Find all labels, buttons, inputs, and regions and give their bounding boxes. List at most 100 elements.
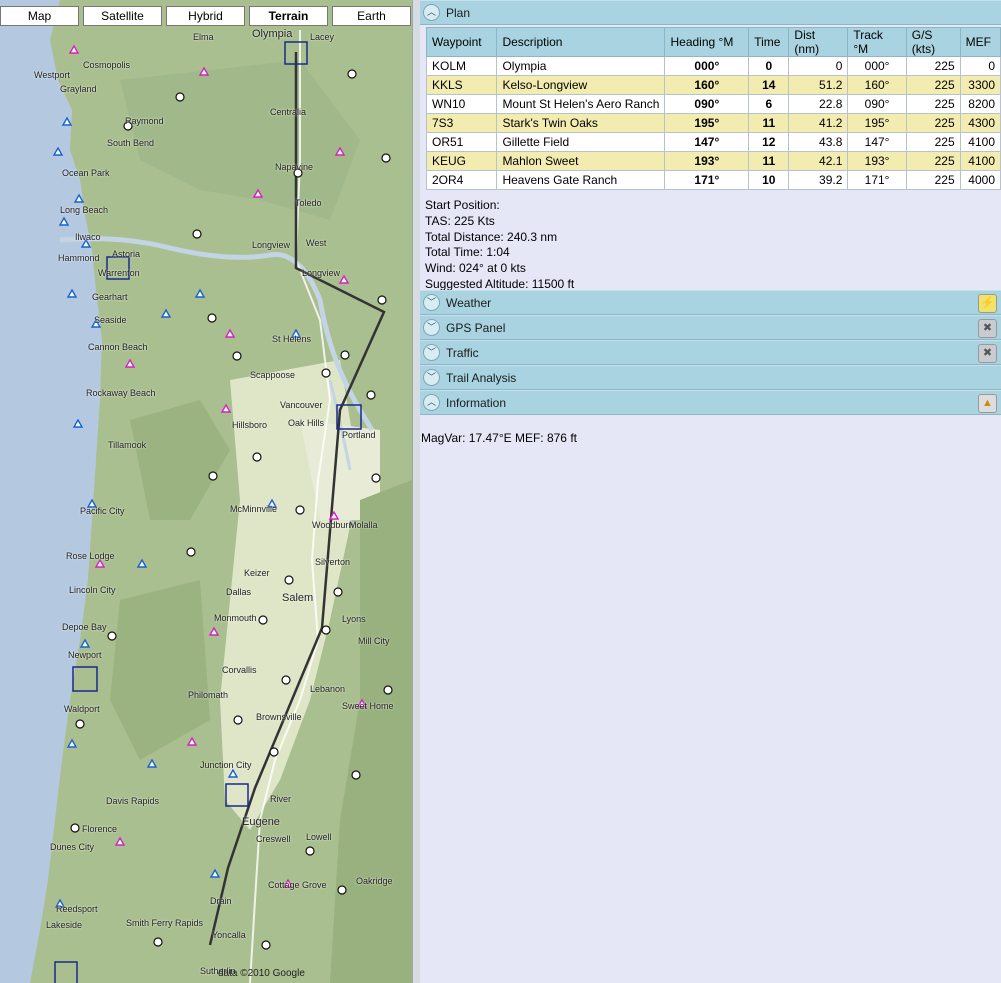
column-header-waypoint[interactable]: Waypoint: [425, 27, 498, 57]
cell-description: Kelso-Longview: [496, 75, 666, 95]
cell-waypoint: 2OR4: [425, 170, 498, 190]
cell-mef: 3300: [959, 75, 1001, 95]
side-panel: ︿ Plan Waypoint Description Heading °M T…: [420, 0, 1001, 983]
weather-refresh-icon[interactable]: ⚡: [978, 294, 997, 313]
cell-description: Olympia: [496, 56, 666, 76]
cell-heading: 000°: [664, 56, 750, 76]
gps-panel-section-header[interactable]: ﹀ GPS Panel ✖: [420, 315, 1001, 340]
map-view[interactable]: Map Satellite Hybrid Terrain Earth Olymp…: [0, 0, 412, 983]
cell-mef: 4300: [959, 113, 1001, 133]
map-label-reedsport: Reedsport: [56, 904, 98, 914]
map-label-scappoose: Scappoose: [250, 370, 296, 380]
chevron-down-icon[interactable]: ﹀: [423, 344, 440, 361]
chevron-down-icon[interactable]: ﹀: [423, 294, 440, 311]
trail-analysis-section-header[interactable]: ﹀ Trail Analysis: [420, 365, 1001, 390]
cell-gs: 225: [905, 113, 961, 133]
cell-track: 160°: [847, 75, 907, 95]
earth-button[interactable]: Earth: [332, 6, 411, 26]
map-label-toledo: Toledo: [295, 198, 322, 208]
plan-section-body: Waypoint Description Heading °M Time Dis…: [420, 27, 1001, 291]
information-section-header[interactable]: ︿ Information ▲: [420, 390, 1001, 415]
map-label-lowell: Lowell: [306, 832, 332, 842]
cell-track: 195°: [847, 113, 907, 133]
cell-description: Mount St Helen's Aero Ranch: [496, 94, 666, 114]
map-label-philomath: Philomath: [188, 690, 229, 700]
map-label-olympia: Olympia: [252, 28, 293, 40]
chevron-down-icon[interactable]: ﹀: [423, 319, 440, 336]
cell-waypoint: KEUG: [425, 151, 498, 171]
map-label-brownsville: Brownsville: [256, 712, 302, 722]
cell-dist: 41.2: [788, 113, 849, 133]
plan-section-header[interactable]: ︿ Plan: [420, 0, 1001, 25]
table-row[interactable]: 7S3 Stark's Twin Oaks 195° 11 41.2 195° …: [425, 113, 1001, 133]
information-body: MagVar: 17.47°E MEF: 876 ft: [420, 415, 1001, 445]
cell-time: 0: [748, 56, 790, 76]
column-header-dist[interactable]: Dist (nm): [788, 27, 849, 57]
terrain-map[interactable]: [0, 0, 412, 983]
map-label-warrenton: Warrenton: [98, 268, 140, 278]
cell-track: 000°: [847, 56, 907, 76]
map-label-seaside: Seaside: [94, 315, 127, 325]
cell-heading: 090°: [664, 94, 750, 114]
map-label-junction-city: Junction City: [200, 760, 252, 770]
column-header-mef[interactable]: MEF: [959, 27, 1001, 57]
map-label-lakeside: Lakeside: [46, 920, 83, 930]
chevron-up-icon[interactable]: ︿: [423, 394, 440, 411]
wind-value: Wind: 024° at 0 kts: [425, 261, 526, 276]
map-label-longview-top: Longview: [252, 240, 291, 250]
table-row[interactable]: KEUG Mahlon Sweet 193° 11 42.1 193° 225 …: [425, 151, 1001, 171]
map-label-cannon-beach: Cannon Beach: [88, 342, 148, 352]
cell-time: 10: [748, 170, 790, 190]
map-label-st-helens: St Helens: [272, 334, 312, 344]
table-row[interactable]: KKLS Kelso-Longview 160° 14 51.2 160° 22…: [425, 75, 1001, 95]
map-label-oak-hills: Oak Hills: [288, 418, 325, 428]
map-label-monmouth: Monmouth: [214, 613, 257, 623]
chevron-up-icon[interactable]: ︿: [423, 4, 440, 21]
column-header-track[interactable]: Track °M: [847, 27, 907, 57]
cell-mef: 4100: [959, 151, 1001, 171]
cell-description: Stark's Twin Oaks: [496, 113, 666, 133]
map-label-oakridge: Oakridge: [356, 876, 393, 886]
map-type-bar: Map Satellite Hybrid Terrain Earth: [0, 6, 412, 26]
table-row[interactable]: WN10 Mount St Helen's Aero Ranch 090° 6 …: [425, 94, 1001, 114]
weather-section-header[interactable]: ﹀ Weather ⚡: [420, 290, 1001, 315]
map-label-lyons: Lyons: [342, 614, 366, 624]
cell-description: Mahlon Sweet: [496, 151, 666, 171]
map-copyright: data ©2010 Google: [218, 968, 305, 979]
map-label-rockaway-beach: Rockaway Beach: [86, 388, 156, 398]
chevron-down-icon[interactable]: ﹀: [423, 369, 440, 386]
map-label-ocean-park: Ocean Park: [62, 168, 110, 178]
table-row[interactable]: OR51 Gillette Field 147° 12 43.8 147° 22…: [425, 132, 1001, 152]
cell-waypoint: OR51: [425, 132, 498, 152]
table-row[interactable]: KOLM Olympia 000° 0 0 000° 225 0: [425, 56, 1001, 76]
column-header-time[interactable]: Time: [748, 27, 790, 57]
information-title: Information: [446, 395, 507, 410]
map-button[interactable]: Map: [0, 6, 79, 26]
cell-dist: 43.8: [788, 132, 849, 152]
map-label-keizer: Keizer: [244, 568, 270, 578]
cell-heading: 171°: [664, 170, 750, 190]
map-label-depoe-bay: Depoe Bay: [62, 622, 107, 632]
trail-analysis-title: Trail Analysis: [446, 370, 517, 385]
cell-description: Heavens Gate Ranch: [496, 170, 666, 190]
cell-time: 12: [748, 132, 790, 152]
column-header-heading[interactable]: Heading °M: [664, 27, 750, 57]
traffic-close-icon[interactable]: ✖: [978, 344, 997, 363]
cell-waypoint: KOLM: [425, 56, 498, 76]
map-label-westport: Westport: [34, 70, 70, 80]
hybrid-button[interactable]: Hybrid: [166, 6, 245, 26]
column-header-gs[interactable]: G/S (kts): [905, 27, 961, 57]
table-row[interactable]: 2OR4 Heavens Gate Ranch 171° 10 39.2 171…: [425, 170, 1001, 190]
satellite-button[interactable]: Satellite: [83, 6, 162, 26]
map-label-napavine: Napavine: [275, 162, 314, 172]
traffic-section-header[interactable]: ﹀ Traffic ✖: [420, 340, 1001, 365]
warning-icon[interactable]: ▲: [978, 394, 997, 413]
cell-mef: 4100: [959, 132, 1001, 152]
column-header-description[interactable]: Description: [496, 27, 666, 57]
map-label-ilwaco: Ilwaco: [75, 232, 101, 242]
terrain-button[interactable]: Terrain: [249, 6, 328, 26]
map-label-grayland: Grayland: [60, 84, 97, 94]
gps-close-icon[interactable]: ✖: [978, 319, 997, 338]
map-label-river: River: [270, 794, 292, 804]
map-label-silverton: Silverton: [315, 557, 351, 567]
